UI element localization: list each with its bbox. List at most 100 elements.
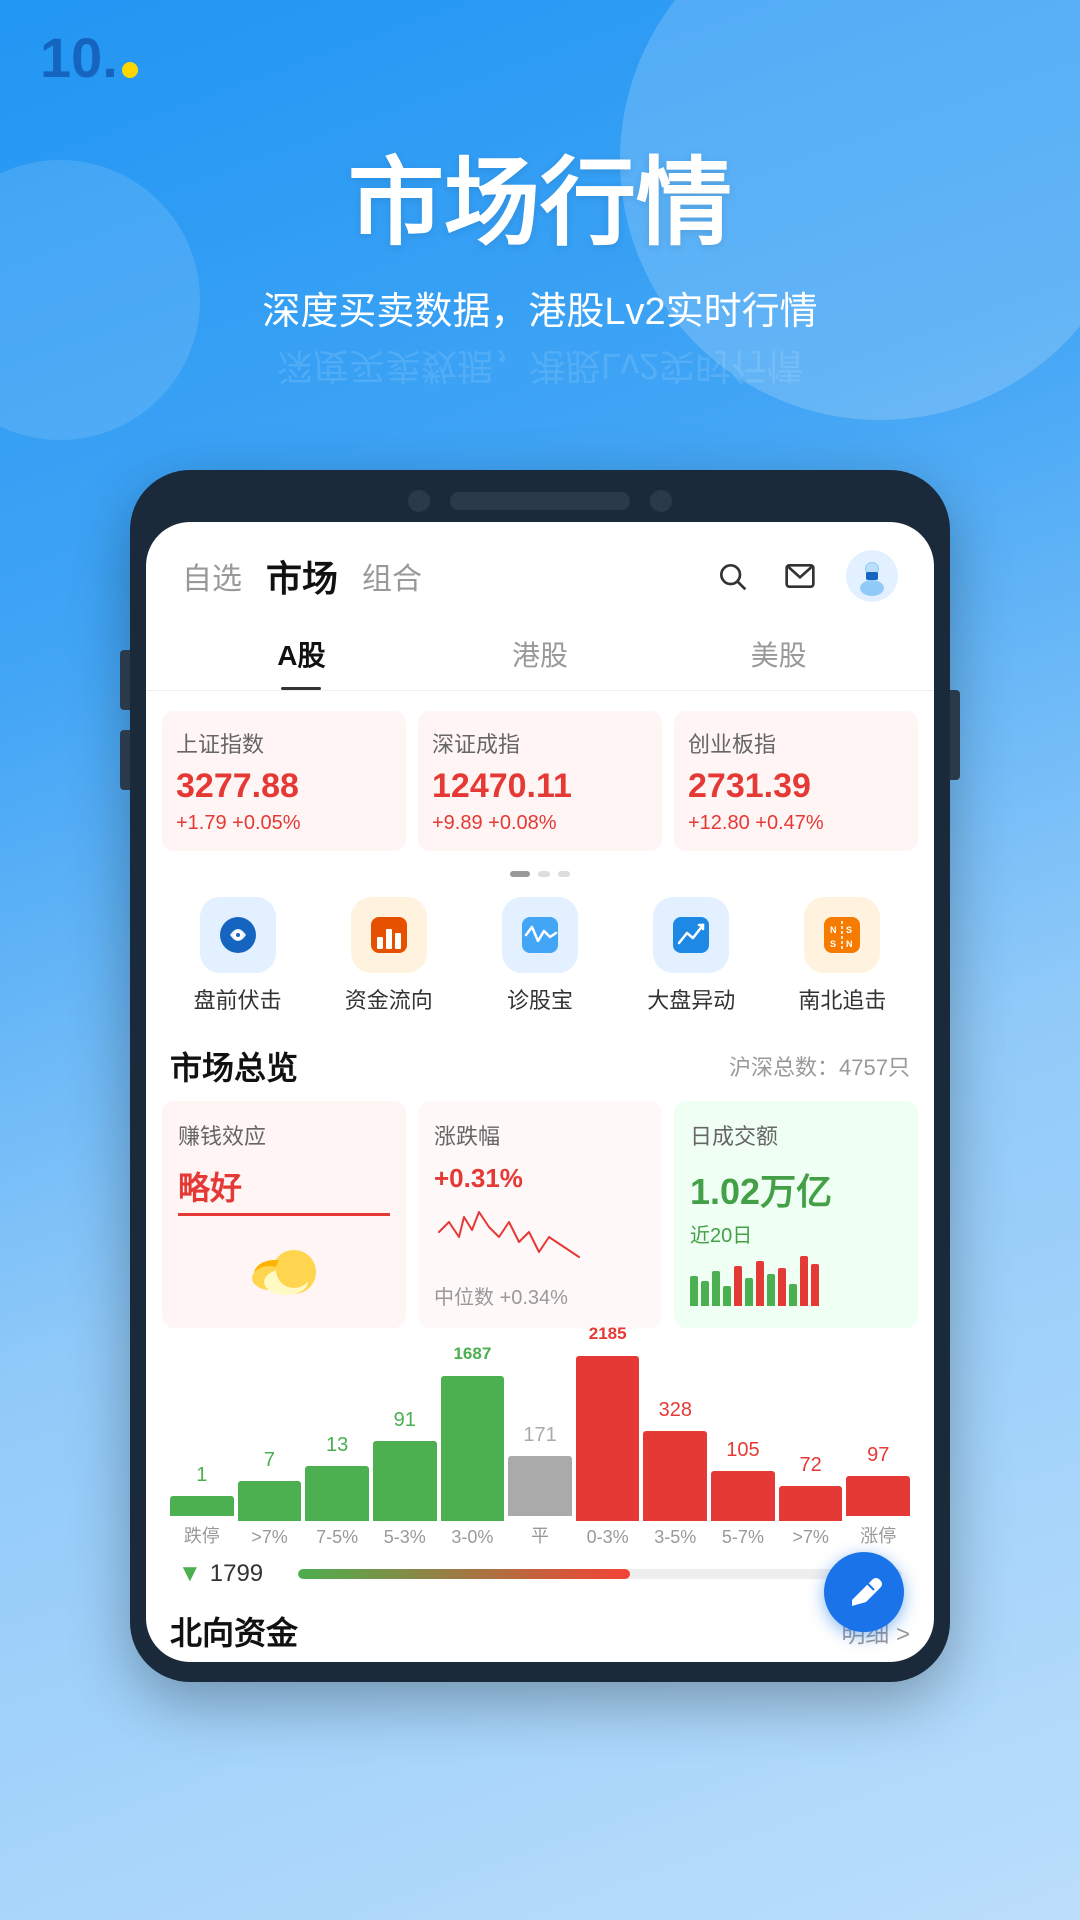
index-change-2: +12.80 +0.47% <box>688 812 904 835</box>
logo-text: 10. <box>40 26 118 89</box>
index-card-1[interactable]: 深证成指 12470.11 +9.89 +0.08% <box>418 711 662 851</box>
market-overview-sub: 沪深总数：4757只 <box>729 1050 910 1082</box>
bottom-bar: ▼ 1799 <box>162 1548 918 1596</box>
tool-icons: 盘前伏击 资金流向 <box>146 885 934 1035</box>
logo-badge: 10. <box>40 30 138 86</box>
app-header: 自选 市场 组合 <box>146 522 934 618</box>
tool-icon-nanbei: N S S N <box>804 897 880 973</box>
down-arrow-icon: ▼ <box>178 1560 202 1588</box>
tool-icon-dapan <box>653 897 729 973</box>
bar-group-0: 1 跌停 <box>170 1464 234 1548</box>
earn-effect-card[interactable]: 赚钱效应 略好 <box>162 1101 406 1328</box>
tool-label-dapan: 大盘异动 <box>647 983 735 1015</box>
rise-fall-value: +0.31% <box>434 1163 646 1194</box>
search-icon[interactable] <box>710 554 754 598</box>
tool-icon-panqian <box>200 897 276 973</box>
index-card-0[interactable]: 上证指数 3277.88 +1.79 +0.05% <box>162 711 406 851</box>
tool-zhengu[interactable]: 诊股宝 <box>464 897 615 1015</box>
bar-group-10: 97 涨停 <box>846 1444 910 1548</box>
index-card-2[interactable]: 创业板指 2731.39 +12.80 +0.47% <box>674 711 918 851</box>
bar-group-5: 171 平 <box>508 1424 572 1548</box>
volume-mini-bars <box>690 1256 902 1306</box>
svg-text:S: S <box>846 925 852 935</box>
earn-effect-value: 略好 <box>178 1163 390 1216</box>
bar-group-4: 1687 3-0% <box>441 1344 505 1548</box>
daily-volume-value: 1.02万亿 <box>690 1163 902 1215</box>
tool-label-panqian: 盘前伏击 <box>194 983 282 1015</box>
tab-shichang[interactable]: 市场 <box>266 550 338 602</box>
stock-tab-a[interactable]: A股 <box>182 618 421 690</box>
bar-group-9: 72 >7% <box>779 1454 843 1548</box>
phone-button-left1 <box>120 650 130 710</box>
fab-button[interactable] <box>824 1552 904 1632</box>
earn-effect-title: 赚钱效应 <box>178 1119 390 1151</box>
tool-panqian[interactable]: 盘前伏击 <box>162 897 313 1015</box>
phone-camera-left <box>408 490 430 512</box>
phone-speaker <box>450 492 630 510</box>
dot-2 <box>558 871 570 877</box>
bar-group-8: 105 5-7% <box>711 1439 775 1548</box>
tool-dapan[interactable]: 大盘异动 <box>616 897 767 1015</box>
phone-screen: 自选 市场 组合 <box>146 522 934 1662</box>
daily-volume-sub: 近20日 <box>690 1219 902 1248</box>
market-overview-title: 市场总览 <box>170 1043 298 1089</box>
hero-subtitle: 深度买卖数据，港股Lv2实时行情 <box>262 280 817 335</box>
index-cards: 上证指数 3277.88 +1.79 +0.05% 深证成指 12470.11 … <box>146 691 934 863</box>
overview-cards: 赚钱效应 略好 涨跌幅 <box>146 1101 934 1328</box>
nav-tabs: 自选 市场 组合 <box>182 550 422 602</box>
rise-fall-sub: 中位数 +0.34% <box>434 1281 646 1310</box>
svg-text:S: S <box>830 939 836 949</box>
index-value-2: 2731.39 <box>688 767 904 806</box>
index-value-1: 12470.11 <box>432 767 648 806</box>
index-title-0: 上证指数 <box>176 727 392 759</box>
bar-group-2: 13 7-5% <box>305 1434 369 1548</box>
rise-fall-card[interactable]: 涨跌幅 +0.31% 中位数 +0.34% <box>418 1101 662 1328</box>
tab-zuhe[interactable]: 组合 <box>362 554 422 598</box>
tab-zixuan[interactable]: 自选 <box>182 554 242 598</box>
hero-subtitle-mirror: 深度买卖数据，港股Lv2实时行情 <box>277 343 803 395</box>
north-capital-title: 北向资金 <box>170 1608 298 1654</box>
stock-tabs: A股 港股 美股 <box>146 618 934 691</box>
tool-icon-zhengu <box>502 897 578 973</box>
phone-mockup: 自选 市场 组合 <box>130 470 950 1682</box>
bar-group-1: 7 >7% <box>238 1449 302 1548</box>
index-value-0: 3277.88 <box>176 767 392 806</box>
bar-group-7: 328 3-5% <box>643 1399 707 1548</box>
index-title-1: 深证成指 <box>432 727 648 759</box>
phone-button-right <box>950 690 960 780</box>
hero-header: 10. 市场行情 深度买卖数据，港股Lv2实时行情 深度买卖数据，港股Lv2实时… <box>0 0 1080 460</box>
svg-text:N: N <box>846 939 853 949</box>
index-title-2: 创业板指 <box>688 727 904 759</box>
index-change-0: +1.79 +0.05% <box>176 812 392 835</box>
dot-pagination <box>146 863 934 885</box>
phone-container: 自选 市场 组合 <box>0 470 1080 1712</box>
stock-tab-hk[interactable]: 港股 <box>421 618 660 690</box>
sun-icon <box>178 1232 390 1302</box>
logo-dot <box>122 62 138 78</box>
header-icons <box>710 550 898 602</box>
hero-title: 市场行情 <box>348 125 732 264</box>
phone-notch <box>146 490 934 512</box>
tool-nanbei[interactable]: N S S N 南北追击 <box>767 897 918 1015</box>
tool-label-zijin: 资金流向 <box>345 983 433 1015</box>
phone-button-left2 <box>120 730 130 790</box>
progress-bar-fill <box>298 1569 630 1579</box>
avatar-icon[interactable] <box>846 550 898 602</box>
daily-volume-card[interactable]: 日成交额 1.02万亿 近20日 <box>674 1101 918 1328</box>
tool-zijin[interactable]: 资金流向 <box>313 897 464 1015</box>
north-capital: 北向资金 明细 > <box>146 1596 934 1662</box>
svg-text:N: N <box>830 925 837 935</box>
stock-tab-us[interactable]: 美股 <box>659 618 898 690</box>
bar-chart: 1 跌停 7 >7% 13 7-5% 91 5-3% 1687 3-0% 171… <box>162 1348 918 1548</box>
tool-label-zhengu: 诊股宝 <box>507 983 573 1015</box>
tool-label-nanbei: 南北追击 <box>798 983 886 1015</box>
mail-icon[interactable] <box>778 554 822 598</box>
distribution-chart: 1 跌停 7 >7% 13 7-5% 91 5-3% 1687 3-0% 171… <box>146 1328 934 1596</box>
bar-group-3: 91 5-3% <box>373 1409 437 1548</box>
bottom-number: 1799 <box>210 1560 290 1588</box>
tool-icon-zijin <box>351 897 427 973</box>
index-change-1: +9.89 +0.08% <box>432 812 648 835</box>
progress-bar <box>298 1569 902 1579</box>
dot-0 <box>510 871 530 877</box>
rise-fall-title: 涨跌幅 <box>434 1119 646 1151</box>
